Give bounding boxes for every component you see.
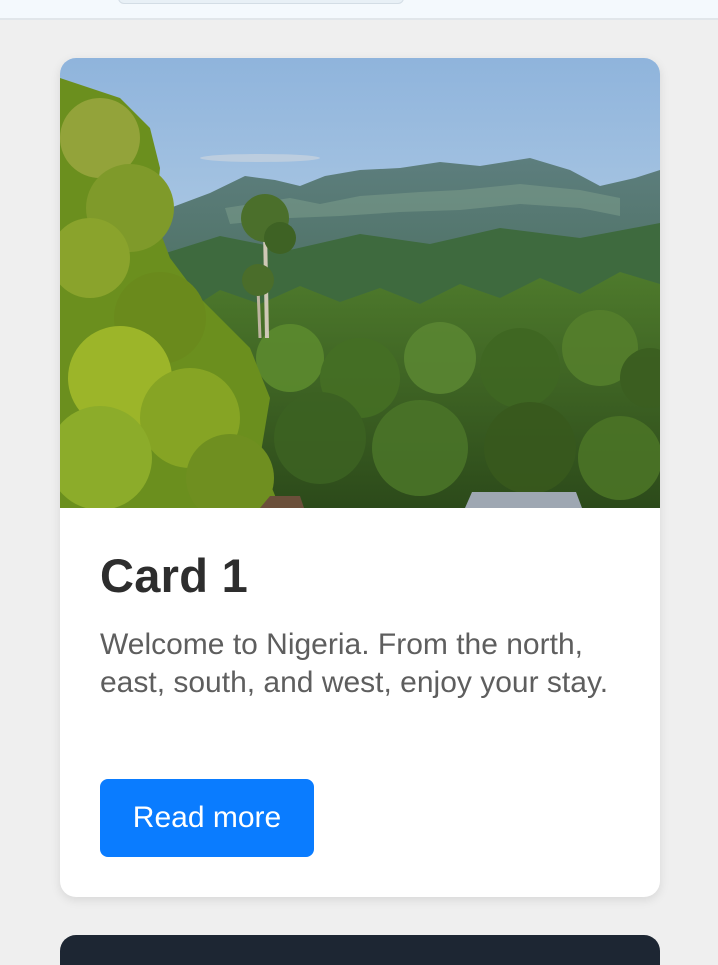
card-title: Card 1 xyxy=(100,549,249,602)
card: Card 1 Welcome to Nigeria. From the nort… xyxy=(60,58,660,897)
search-bar[interactable] xyxy=(118,0,404,4)
card-description: Welcome to Nigeria. From the north, east… xyxy=(100,628,609,699)
read-more-button[interactable]: Read more xyxy=(100,779,314,857)
top-navigation-bar xyxy=(0,0,718,20)
card-image xyxy=(60,58,660,508)
card-body: Card 1 Welcome to Nigeria. From the nort… xyxy=(100,548,620,702)
